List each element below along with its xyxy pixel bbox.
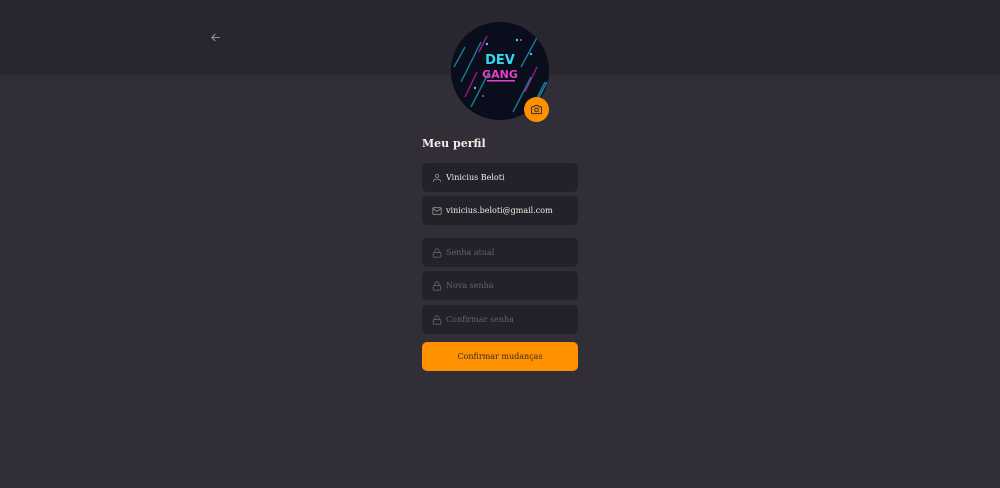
new-password-field[interactable] bbox=[422, 271, 578, 300]
lock-icon bbox=[432, 247, 442, 258]
back-button[interactable] bbox=[206, 28, 224, 46]
avatar-logo-line1: DEV bbox=[485, 53, 515, 68]
name-field[interactable] bbox=[422, 163, 578, 192]
email-input[interactable] bbox=[446, 206, 578, 215]
mail-icon bbox=[432, 206, 442, 216]
new-password-input[interactable] bbox=[446, 281, 578, 290]
old-password-field[interactable] bbox=[422, 238, 578, 267]
user-icon bbox=[432, 173, 442, 183]
email-field[interactable] bbox=[422, 196, 578, 225]
lock-icon bbox=[432, 280, 442, 291]
avatar-logo-line2: GANG bbox=[482, 68, 518, 81]
page-title: Meu perfil bbox=[422, 137, 486, 150]
lock-icon bbox=[432, 314, 442, 325]
confirm-changes-button[interactable]: Confirmar mudanças bbox=[422, 342, 578, 371]
camera-icon bbox=[531, 104, 542, 115]
name-input[interactable] bbox=[446, 173, 578, 182]
confirm-password-input[interactable] bbox=[446, 315, 578, 324]
confirm-password-field[interactable] bbox=[422, 305, 578, 334]
change-avatar-button[interactable] bbox=[524, 97, 549, 122]
avatar-container: DEV GANG bbox=[451, 22, 549, 122]
old-password-input[interactable] bbox=[446, 248, 578, 257]
arrow-left-icon bbox=[210, 33, 220, 41]
